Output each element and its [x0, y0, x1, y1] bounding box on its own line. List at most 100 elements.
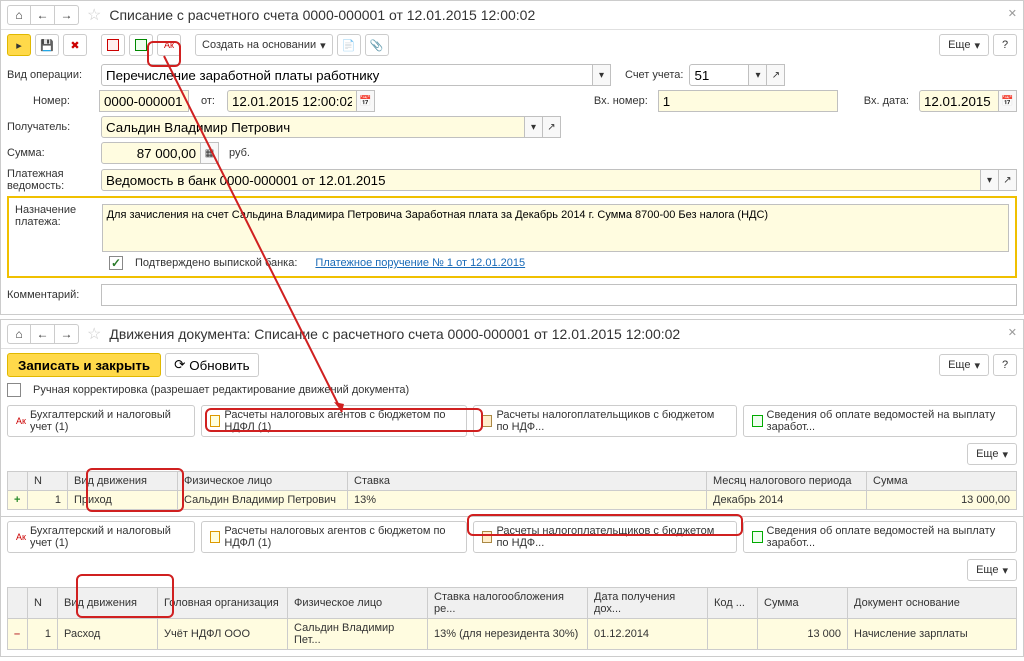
open-icon[interactable]: ↗	[543, 116, 561, 138]
movements-table-2: N Вид движения Головная организация Физи…	[7, 587, 1017, 650]
manual-edit-label: Ручная корректировка (разрешает редактир…	[33, 384, 409, 396]
payment-order-link[interactable]: Платежное поручение № 1 от 12.01.2015	[315, 257, 525, 269]
more-button[interactable]: Еще▾	[967, 559, 1017, 581]
tabs-row-2: АкБухгалтерский и налоговый учет (1) Рас…	[1, 516, 1023, 555]
tab-accounting[interactable]: АкБухгалтерский и налоговый учет (1)	[7, 405, 195, 437]
confirmed-label: Подтверждено выпиской банка:	[135, 257, 297, 269]
report-button[interactable]	[129, 34, 153, 56]
calc-icon[interactable]: ▦	[201, 142, 219, 164]
date-input[interactable]	[227, 90, 357, 112]
print-button[interactable]: 📄	[337, 34, 361, 56]
dropdown-icon[interactable]: ▾	[981, 169, 999, 191]
more-button[interactable]: Еще ▾	[939, 34, 989, 56]
form: Вид операции: ▾ Счет учета: ▾ ↗ Номер: о…	[1, 60, 1023, 314]
tab-ndfl-agents[interactable]: Расчеты налоговых агентов с бюджетом по …	[201, 521, 467, 553]
col-n: N	[28, 588, 58, 619]
account-input[interactable]	[689, 64, 749, 86]
star-icon[interactable]: ☆	[87, 5, 101, 25]
col-person: Физическое лицо	[288, 588, 428, 619]
tab-payment-info[interactable]: Сведения об оплате ведомостей на выплату…	[743, 405, 1017, 437]
dropdown-icon[interactable]: ▾	[749, 64, 767, 86]
nav-back[interactable]: ←	[31, 324, 55, 344]
cancel-post-button[interactable]: ✖	[63, 34, 87, 56]
movements-window: ⌂ ← → ☆ Движения документа: Списание с р…	[0, 319, 1024, 657]
recipient-input[interactable]	[101, 116, 525, 138]
tab-ndfl-payers[interactable]: Расчеты налогоплательщиков с бюджетом по…	[473, 405, 737, 437]
col-rate: Ставка	[348, 472, 707, 491]
create-based-dropdown[interactable]: Создать на основании ▾	[195, 34, 333, 56]
op-type-input[interactable]	[101, 64, 593, 86]
account-label: Счет учета:	[625, 69, 683, 81]
calendar-icon[interactable]: 📅	[357, 90, 375, 112]
dropdown-icon[interactable]: ▾	[593, 64, 611, 86]
toolbar: Записать и закрыть ⟳ Обновить Еще ▾ ?	[1, 349, 1023, 381]
close-icon[interactable]: ✕	[1008, 7, 1017, 20]
chevron-down-icon: ▾	[974, 359, 980, 372]
post-button[interactable]: ▸	[7, 34, 31, 56]
col-month: Месяц налогового периода	[707, 472, 867, 491]
tab-ndfl-agents[interactable]: Расчеты налоговых агентов с бюджетом по …	[201, 405, 467, 437]
help-button[interactable]: ?	[993, 34, 1017, 56]
sum-label: Сумма:	[7, 147, 95, 159]
calendar-icon[interactable]: 📅	[999, 90, 1017, 112]
register-input[interactable]	[101, 169, 981, 191]
sum-input[interactable]	[101, 142, 201, 164]
save-close-button[interactable]: Записать и закрыть	[7, 353, 161, 377]
dt-kt-button[interactable]	[101, 34, 125, 56]
number-input[interactable]	[99, 90, 189, 112]
nav-fwd[interactable]: →	[55, 324, 79, 344]
close-icon[interactable]: ✕	[1008, 326, 1017, 339]
col-sum: Сумма	[758, 588, 848, 619]
save-button[interactable]: 💾	[35, 34, 59, 56]
col-doc: Документ основание	[848, 588, 1017, 619]
manual-edit-checkbox[interactable]	[7, 383, 21, 397]
in-date-input[interactable]	[919, 90, 999, 112]
table-row[interactable]: + 1 Приход Сальдин Владимир Петрович 13%…	[8, 491, 1017, 510]
sign-cell: +	[8, 491, 28, 510]
purpose-textarea[interactable]	[102, 204, 1009, 252]
chevron-down-icon: ▾	[974, 39, 980, 52]
col-date: Дата получения дох...	[588, 588, 708, 619]
op-type-label: Вид операции:	[7, 69, 95, 81]
tab-payment-info[interactable]: Сведения об оплате ведомостей на выплату…	[743, 521, 1017, 553]
col-person: Физическое лицо	[178, 472, 348, 491]
titlebar: ⌂ ← → ☆ Движения документа: Списание с р…	[1, 320, 1023, 349]
toolbar: ▸ 💾 ✖ Ак Создать на основании ▾ 📄 📎 Еще …	[1, 30, 1023, 60]
nav-back[interactable]: ←	[31, 5, 55, 25]
tab-accounting[interactable]: АкБухгалтерский и налоговый учет (1)	[7, 521, 195, 553]
dropdown-icon[interactable]: ▾	[525, 116, 543, 138]
nav-fwd[interactable]: →	[55, 5, 79, 25]
col-org: Головная организация	[158, 588, 288, 619]
attach-button[interactable]: 📎	[365, 34, 389, 56]
table-row[interactable]: – 1 Расход Учёт НДФЛ ООО Сальдин Владими…	[8, 619, 1017, 650]
in-date-label: Вх. дата:	[864, 95, 909, 107]
tab-ndfl-payers[interactable]: Расчеты налогоплательщиков с бюджетом по…	[473, 521, 737, 553]
col-type: Вид движения	[58, 588, 158, 619]
tabs-row-1: АкБухгалтерский и налоговый учет (1) Рас…	[1, 403, 1023, 439]
col-rate: Ставка налогообложения ре...	[428, 588, 588, 619]
purpose-label: Назначение платежа:	[15, 204, 96, 228]
open-icon[interactable]: ↗	[999, 169, 1017, 191]
nav-home[interactable]: ⌂	[7, 5, 31, 25]
movements-button[interactable]: Ак	[157, 34, 181, 56]
help-button[interactable]: ?	[993, 354, 1017, 376]
titlebar: ⌂ ← → ☆ Списание с расчетного счета 0000…	[1, 1, 1023, 30]
sign-cell: –	[8, 619, 28, 650]
comment-input[interactable]	[101, 284, 1017, 306]
purpose-box: Назначение платежа: Подтверждено выписко…	[7, 196, 1017, 278]
col-n: N	[28, 472, 68, 491]
col-sum: Сумма	[867, 472, 1017, 491]
refresh-button[interactable]: ⟳ Обновить	[165, 353, 259, 377]
recipient-label: Получатель:	[7, 121, 95, 133]
in-number-input[interactable]	[658, 90, 838, 112]
more-button[interactable]: Еще▾	[967, 443, 1017, 465]
star-icon[interactable]: ☆	[87, 324, 101, 344]
window-title: Движения документа: Списание с расчетног…	[109, 326, 680, 342]
nav-home[interactable]: ⌂	[7, 324, 31, 344]
confirmed-checkbox[interactable]	[109, 256, 123, 270]
register-label: Платежная ведомость:	[7, 168, 95, 192]
in-number-label: Вх. номер:	[594, 95, 648, 107]
col-code: Код ...	[708, 588, 758, 619]
open-icon[interactable]: ↗	[767, 64, 785, 86]
more-button[interactable]: Еще ▾	[939, 354, 989, 376]
